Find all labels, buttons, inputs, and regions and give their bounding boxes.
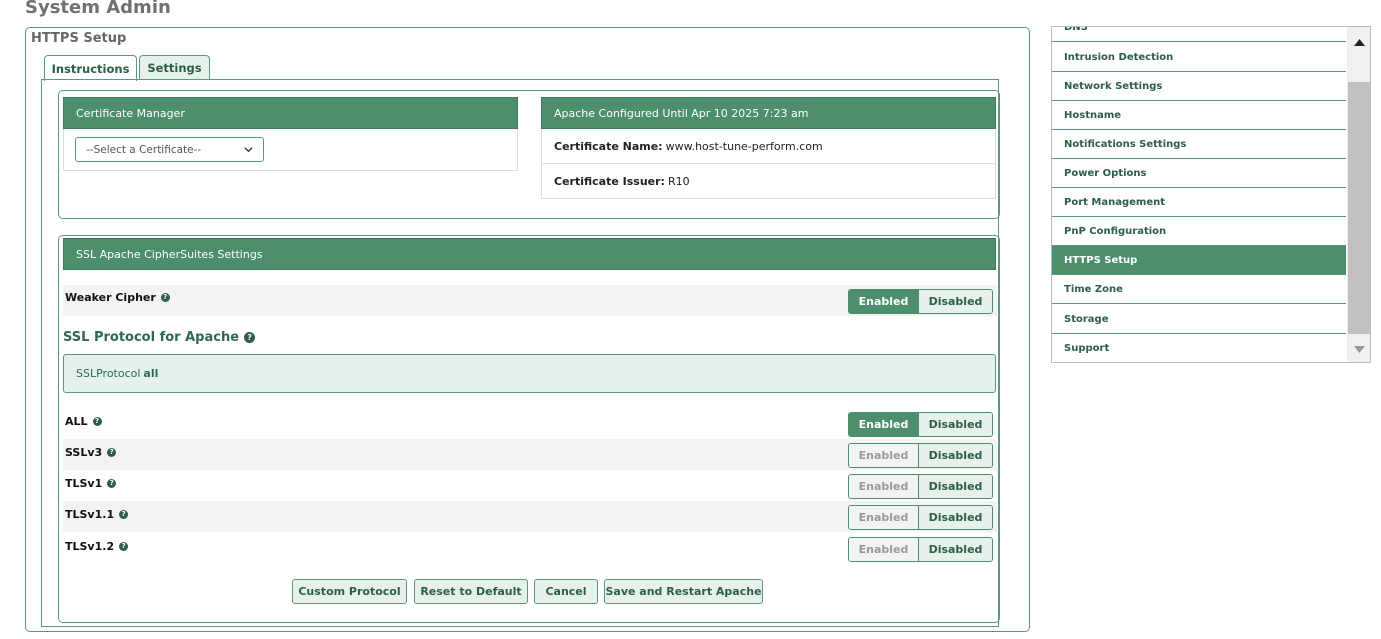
certificate-name-value: www.host-tune-perform.com xyxy=(665,139,823,153)
certificate-manager-body: --Select a Certificate-- xyxy=(63,129,518,171)
sidebar-item-network-settings[interactable]: Network Settings xyxy=(1052,72,1346,101)
protocol-sslv3-enabled-button[interactable]: Enabled xyxy=(849,444,919,467)
chevron-down-icon xyxy=(244,147,253,153)
protocol-tlsv11-disabled-button[interactable]: Disabled xyxy=(919,506,992,529)
help-icon[interactable]: ? xyxy=(107,447,117,457)
sidebar-item-https-setup[interactable]: HTTPS Setup xyxy=(1052,246,1346,275)
sidebar-item-notifications-settings[interactable]: Notifications Settings xyxy=(1052,130,1346,159)
protocol-tlsv11-enabled-button[interactable]: Enabled xyxy=(849,506,919,529)
help-icon[interactable]: ? xyxy=(160,292,170,302)
help-icon[interactable]: ? xyxy=(92,416,102,426)
help-icon[interactable]: ? xyxy=(119,509,129,519)
weaker-cipher-toggle[interactable]: Enabled Disabled xyxy=(848,289,993,314)
settings-tab-content: Certificate Manager --Select a Certifica… xyxy=(41,79,1000,627)
certificate-select-value: --Select a Certificate-- xyxy=(86,143,202,156)
protocol-tlsv11-label: TLSv1.1 ? xyxy=(65,505,129,523)
cancel-button[interactable]: Cancel xyxy=(534,579,598,604)
admin-sidebar: DNS Intrusion Detection Network Settings… xyxy=(1051,26,1371,363)
protocol-tlsv11-text: TLSv1.1 xyxy=(65,507,115,521)
ssl-protocol-title-text: SSL Protocol for Apache xyxy=(63,330,240,345)
ssl-ciphersuites-header: SSL Apache CipherSuites Settings xyxy=(63,238,996,270)
certificate-issuer-label: Certificate Issuer: xyxy=(554,175,665,188)
custom-protocol-button[interactable]: Custom Protocol xyxy=(292,579,407,604)
sidebar-item-dns[interactable]: DNS xyxy=(1052,27,1346,42)
ssl-protocol-key: SSLProtocol xyxy=(76,367,141,380)
protocol-sslv3-text: SSLv3 xyxy=(65,445,103,459)
weaker-cipher-label: Weaker Cipher ? xyxy=(65,288,170,306)
tab-settings[interactable]: Settings xyxy=(139,55,210,80)
help-icon[interactable]: ? xyxy=(107,478,117,488)
certificate-issuer-value: R10 xyxy=(667,175,690,188)
certificate-name-label: Certificate Name: xyxy=(554,139,663,153)
weaker-cipher-enabled-button[interactable]: Enabled xyxy=(849,290,919,313)
protocol-sslv3-toggle[interactable]: Enabled Disabled xyxy=(848,443,993,468)
reset-to-default-button[interactable]: Reset to Default xyxy=(414,579,528,604)
ssl-settings-box: SSL Apache CipherSuites Settings Weaker … xyxy=(58,235,1000,623)
scrollbar-thumb[interactable] xyxy=(1348,82,1370,334)
ssl-protocol-value: all xyxy=(143,367,159,380)
certificate-manager-header: Certificate Manager xyxy=(63,97,518,129)
sidebar-item-port-management[interactable]: Port Management xyxy=(1052,188,1346,217)
tab-instructions[interactable]: Instructions xyxy=(44,55,137,81)
protocol-tlsv11-toggle[interactable]: Enabled Disabled xyxy=(848,505,993,530)
weaker-cipher-text: Weaker Cipher xyxy=(65,290,156,304)
protocol-tlsv12-enabled-button[interactable]: Enabled xyxy=(849,538,919,561)
protocol-tlsv1-enabled-button[interactable]: Enabled xyxy=(849,475,919,498)
help-icon[interactable]: ? xyxy=(244,332,256,343)
protocol-tlsv12-text: TLSv1.2 xyxy=(65,539,115,553)
help-icon[interactable]: ? xyxy=(119,541,129,551)
sidebar-item-support[interactable]: Support xyxy=(1052,334,1346,362)
save-and-restart-button[interactable]: Save and Restart Apache xyxy=(604,579,763,604)
panel-title: HTTPS Setup xyxy=(31,31,127,46)
protocol-tlsv12-toggle[interactable]: Enabled Disabled xyxy=(848,537,993,562)
protocol-sslv3-disabled-button[interactable]: Disabled xyxy=(919,444,992,467)
protocol-tlsv1-toggle[interactable]: Enabled Disabled xyxy=(848,474,993,499)
protocol-tlsv1-disabled-button[interactable]: Disabled xyxy=(919,475,992,498)
protocol-all-text: ALL xyxy=(65,414,88,428)
triangle-down-icon[interactable] xyxy=(1347,339,1370,359)
protocol-tlsv1-text: TLSv1 xyxy=(65,476,103,490)
certificate-select[interactable]: --Select a Certificate-- xyxy=(75,137,264,162)
ssl-protocol-title: SSL Protocol for Apache ? xyxy=(63,330,256,345)
sidebar-item-power-options[interactable]: Power Options xyxy=(1052,159,1346,188)
protocol-tlsv12-disabled-button[interactable]: Disabled xyxy=(919,538,992,561)
ssl-protocol-info: SSLProtocol all xyxy=(63,354,996,393)
certificate-issuer-row: Certificate Issuer: R10 xyxy=(542,164,995,199)
protocol-all-enabled-button[interactable]: Enabled xyxy=(849,413,919,436)
sidebar-item-time-zone[interactable]: Time Zone xyxy=(1052,275,1346,304)
protocol-tlsv1-label: TLSv1 ? xyxy=(65,474,117,492)
sidebar-item-intrusion-detection[interactable]: Intrusion Detection xyxy=(1052,43,1346,72)
sidebar-item-pnp-configuration[interactable]: PnP Configuration xyxy=(1052,217,1346,246)
certificate-box: Certificate Manager --Select a Certifica… xyxy=(58,90,1000,219)
weaker-cipher-disabled-button[interactable]: Disabled xyxy=(919,290,992,313)
https-setup-panel: HTTPS Setup Instructions Settings Certif… xyxy=(25,27,1030,632)
protocol-all-toggle[interactable]: Enabled Disabled xyxy=(848,412,993,437)
protocol-all-label: ALL ? xyxy=(65,412,102,430)
sidebar-item-storage[interactable]: Storage xyxy=(1052,305,1346,334)
page-title: System Admin xyxy=(25,0,171,18)
triangle-up-icon[interactable] xyxy=(1347,32,1370,52)
sidebar-item-hostname[interactable]: Hostname xyxy=(1052,101,1346,130)
certificate-name-row: Certificate Name: www.host-tune-perform.… xyxy=(542,129,995,164)
protocol-sslv3-label: SSLv3 ? xyxy=(65,443,117,461)
sidebar-scrollbar[interactable] xyxy=(1347,27,1370,362)
protocol-all-disabled-button[interactable]: Disabled xyxy=(919,413,992,436)
protocol-tlsv12-label: TLSv1.2 ? xyxy=(65,537,129,555)
apache-cert-body: Certificate Name: www.host-tune-perform.… xyxy=(541,129,996,199)
apache-configured-header: Apache Configured Until Apr 10 2025 7:23… xyxy=(541,97,996,129)
